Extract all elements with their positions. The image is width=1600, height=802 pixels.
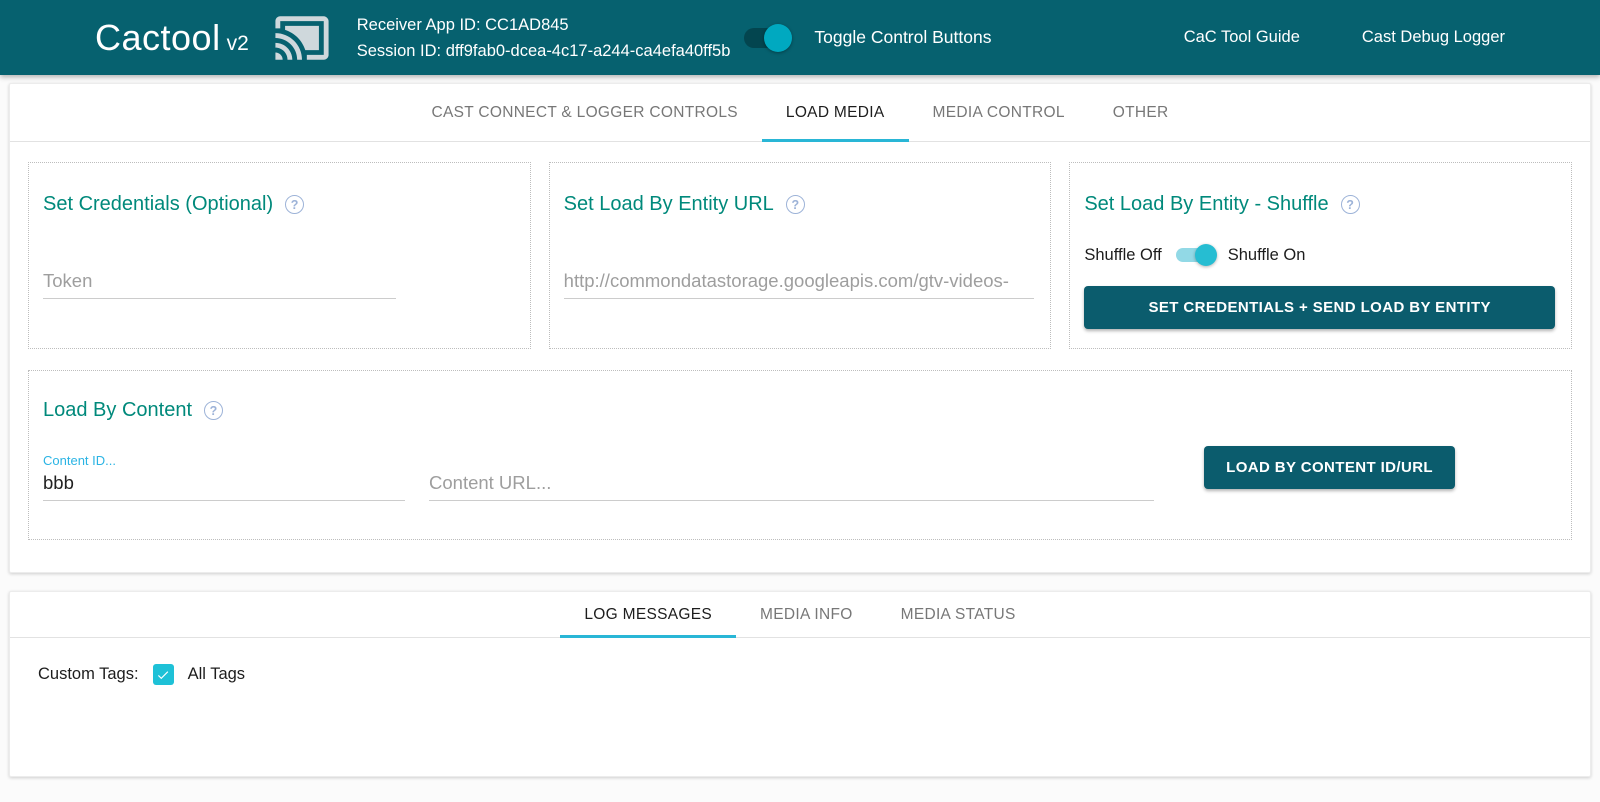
set-load-by-entity-url-panel: Set Load By Entity URL ? [549,162,1052,349]
shuffle-toggle-knob [1195,244,1217,266]
load-by-content-title-row: Load By Content ? [43,399,1555,422]
app-header: Cactool v2 Receiver App ID: CC1AD845 Ses… [0,0,1600,75]
log-card: LOG MESSAGES MEDIA INFO MEDIA STATUS Cus… [9,591,1591,777]
cast-connected-icon [273,9,331,67]
cac-tool-guide-link[interactable]: CaC Tool Guide [1184,28,1300,47]
help-icon[interactable]: ? [786,195,805,214]
tab-media-control[interactable]: MEDIA CONTROL [909,84,1089,141]
load-by-content-fields-row: Content ID... LOAD BY CONTENT ID/URL [43,446,1555,501]
entity-url-input[interactable] [564,268,1035,299]
entity-url-title-row: Set Load By Entity URL ? [564,193,1035,216]
set-credentials-send-load-by-entity-button[interactable]: SET CREDENTIALS + SEND LOAD BY ENTITY [1084,286,1555,329]
entity-url-title: Set Load By Entity URL [564,193,774,216]
session-id: Session ID: dff9fab0-dcea-4c17-a244-ca4e… [357,38,731,64]
control-buttons-toggle[interactable] [744,26,790,50]
help-icon[interactable]: ? [285,195,304,214]
set-credentials-title: Set Credentials (Optional) [43,193,273,216]
tab-media-status[interactable]: MEDIA STATUS [877,592,1040,637]
set-credentials-panel: Set Credentials (Optional) ? [28,162,531,349]
panels-row: Set Credentials (Optional) ? Set Load By… [28,162,1572,349]
all-tags-checkbox[interactable] [153,664,174,685]
load-by-content-id-url-button[interactable]: LOAD BY CONTENT ID/URL [1204,446,1455,489]
shuffle-off-label: Shuffle Off [1084,246,1161,265]
all-tags-label: All Tags [188,665,245,684]
app-version: v2 [227,32,249,56]
session-info: Receiver App ID: CC1AD845 Session ID: df… [357,12,731,64]
token-input[interactable] [43,268,396,299]
checkmark-icon [156,668,170,682]
log-tab-bar: LOG MESSAGES MEDIA INFO MEDIA STATUS [10,592,1590,638]
custom-tags-label: Custom Tags: [38,665,139,684]
cast-debug-logger-link[interactable]: Cast Debug Logger [1362,28,1505,47]
load-media-card: CAST CONNECT & LOGGER CONTROLS LOAD MEDI… [9,83,1591,573]
toggle-knob [764,24,792,52]
content-id-floating-label: Content ID... [43,453,405,468]
receiver-app-id: Receiver App ID: CC1AD845 [357,12,731,38]
help-icon[interactable]: ? [1341,195,1360,214]
set-credentials-title-row: Set Credentials (Optional) ? [43,193,514,216]
log-filter-row: Custom Tags: All Tags [10,638,1590,711]
app-title: Cactool [95,17,221,59]
entity-shuffle-title-row: Set Load By Entity - Shuffle ? [1084,193,1555,216]
set-load-by-entity-shuffle-panel: Set Load By Entity - Shuffle ? Shuffle O… [1069,162,1572,349]
shuffle-toggle-row: Shuffle Off Shuffle On [1084,244,1555,266]
shuffle-on-label: Shuffle On [1228,246,1306,265]
tab-media-info[interactable]: MEDIA INFO [736,592,877,637]
tab-cast-connect-logger-controls[interactable]: CAST CONNECT & LOGGER CONTROLS [407,84,761,141]
tab-other[interactable]: OTHER [1089,84,1193,141]
load-by-content-title: Load By Content [43,399,192,422]
toggle-control-buttons-label: Toggle Control Buttons [814,27,991,48]
entity-shuffle-title: Set Load By Entity - Shuffle [1084,193,1328,216]
header-links: CaC Tool Guide Cast Debug Logger [1184,28,1505,47]
tab-log-messages[interactable]: LOG MESSAGES [560,592,736,637]
tab-load-media[interactable]: LOAD MEDIA [762,84,909,141]
content-id-input[interactable] [43,470,405,501]
content-url-input[interactable] [429,470,1154,501]
help-icon[interactable]: ? [204,401,223,420]
main-tab-bar: CAST CONNECT & LOGGER CONTROLS LOAD MEDI… [10,84,1590,142]
app-brand: Cactool v2 [95,17,249,59]
content-id-field-group: Content ID... [43,453,405,501]
shuffle-toggle[interactable] [1176,244,1214,266]
load-by-content-panel: Load By Content ? Content ID... LOAD BY … [28,370,1572,540]
